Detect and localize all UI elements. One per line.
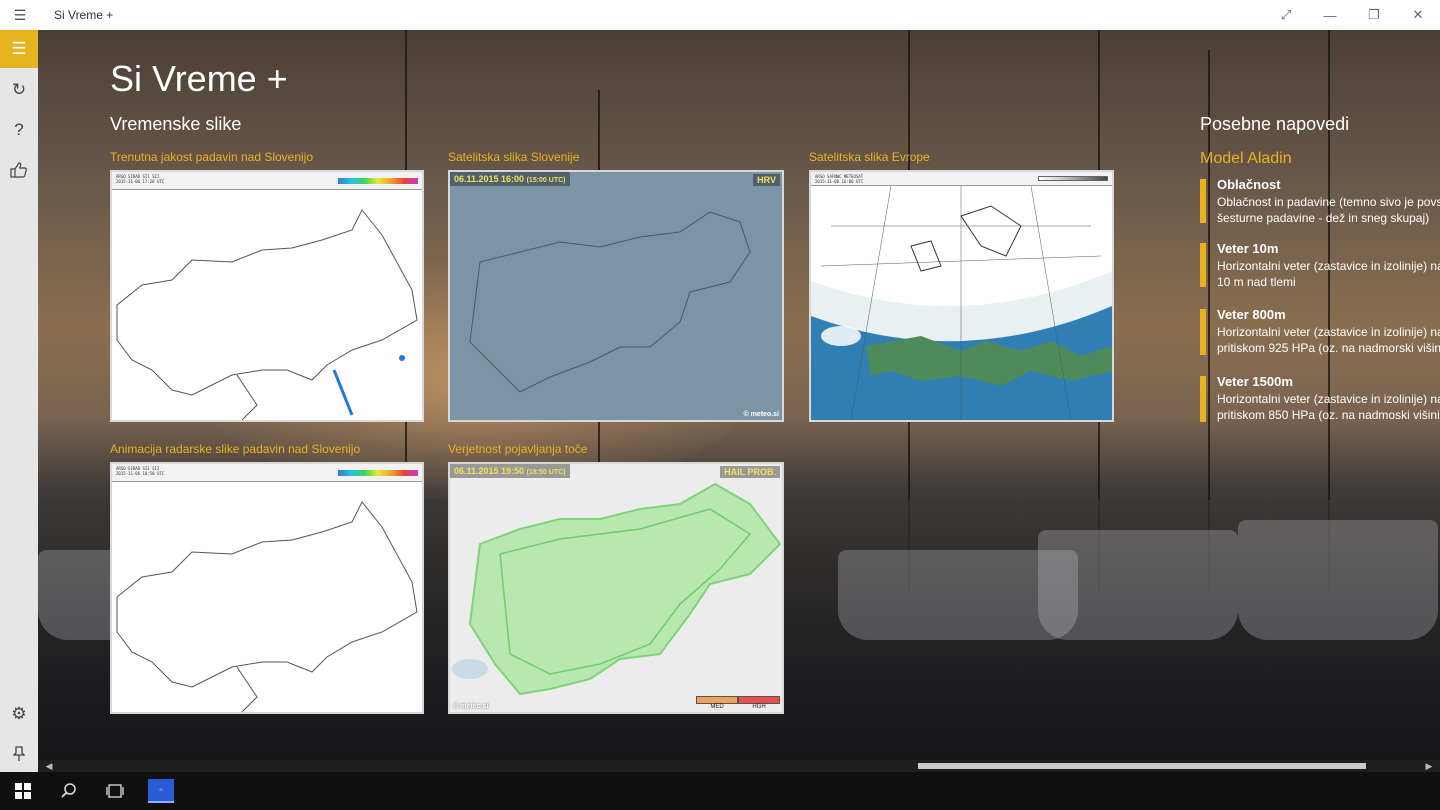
hamburger-icon[interactable]: ☰ xyxy=(0,0,40,30)
forecast-item-wind-1500m[interactable]: Veter 1500m Horizontalni veter (zastavic… xyxy=(1200,374,1440,424)
forecast-item-description: Horizontalni veter (zastavice in izolini… xyxy=(1217,325,1440,355)
europe-header-text: ARSO SAFNWC METEOSAT 2015-11-06 16:00 UTC xyxy=(815,174,864,184)
fullscreen-icon[interactable]: ⤢ xyxy=(1264,0,1308,30)
forecast-item-title: Oblačnost xyxy=(1217,177,1281,192)
refresh-icon[interactable]: ↻ xyxy=(0,71,38,109)
radar-header-text: ARSO SIRAD SI1 SI2 2015-11-06 17:20 UTC xyxy=(116,174,165,184)
radar-header: ARSO SIRAD SI1 SI2 2015-11-06 18:50 UTC xyxy=(112,464,422,482)
forecast-item-title: Veter 10m xyxy=(1217,241,1279,256)
hail-probability-map xyxy=(452,482,782,696)
card-satellite-slovenia[interactable]: Satelitska slika Slovenije 06.11.2015 16… xyxy=(448,150,784,422)
search-icon[interactable] xyxy=(46,772,92,810)
scroll-left-icon[interactable]: ◀ xyxy=(42,760,56,772)
accent-bar xyxy=(1200,309,1206,355)
section-title-forecasts: Posebne napovedi xyxy=(1200,114,1350,134)
card-caption: Verjetnost pojavljanja toče xyxy=(448,442,588,456)
section-title-images: Vremenske slike xyxy=(110,114,242,134)
slovenia-border-map xyxy=(469,211,751,393)
slovenia-border-map xyxy=(116,209,418,420)
forecast-item-wind-10m[interactable]: Veter 10m Horizontalni veter (zastavice … xyxy=(1200,241,1440,289)
page-title: Si Vreme + xyxy=(110,58,288,99)
help-icon[interactable]: ? xyxy=(0,111,38,149)
forecast-item-cloudiness[interactable]: Oblačnost Oblačnost in padavine (temno s… xyxy=(1200,177,1440,225)
temperature-scale xyxy=(1038,176,1108,181)
accent-bar xyxy=(1200,179,1206,223)
forecast-item-description: Oblačnost in padavine (temno sivo je pov… xyxy=(1217,195,1440,225)
scrollbar-thumb[interactable] xyxy=(918,763,1366,769)
menu-button[interactable]: ☰ xyxy=(0,30,38,68)
boat-hull xyxy=(1238,520,1438,640)
title-bar: ☰ Si Vreme + ⤢ — ❐ ✕ xyxy=(0,0,1440,30)
credit-label: © meteo.si xyxy=(743,411,779,418)
close-icon[interactable]: ✕ xyxy=(1396,0,1440,30)
legend-item-med: MED xyxy=(696,696,738,710)
card-caption: Satelitska slika Slovenije xyxy=(448,150,580,164)
europe-map xyxy=(811,186,1112,420)
forecast-item-description: Horizontalni veter (zastavice in izolini… xyxy=(1217,259,1440,289)
left-rail: ☰ ↻ ? ⚙ xyxy=(0,30,38,772)
horizontal-scrollbar[interactable]: ◀ ▶ xyxy=(38,760,1440,772)
forecast-item-wind-800m[interactable]: Veter 800m Horizontalni veter (zastavice… xyxy=(1200,307,1440,357)
card-caption: Trenutna jakost padavin nad Slovenijo xyxy=(110,150,314,164)
accent-bar xyxy=(1200,376,1206,422)
radar-header-text: ARSO SIRAD SI1 SI2 2015-11-06 18:50 UTC xyxy=(116,466,165,476)
card-radar-animation[interactable]: Animacija radarske slike padavin nad Slo… xyxy=(110,442,424,714)
window-controls: ⤢ — ❐ ✕ xyxy=(1264,0,1440,30)
windows-start-icon[interactable] xyxy=(0,772,46,810)
minimize-icon[interactable]: — xyxy=(1308,0,1352,30)
radar-image[interactable]: ARSO SIRAD SI1 SI2 2015-11-06 17:20 UTC xyxy=(110,170,424,422)
restore-icon[interactable]: ❐ xyxy=(1352,0,1396,30)
rainfall-scale xyxy=(338,470,418,476)
timestamp-badge: 06.11.2015 19:50 (18:50 UTC) xyxy=(450,464,570,478)
rainfall-scale xyxy=(338,178,418,184)
europe-header: ARSO SAFNWC METEOSAT 2015-11-06 16:00 UTC xyxy=(811,172,1112,186)
hail-legend: MED HGH xyxy=(696,696,780,710)
legend-item-hgh: HGH xyxy=(738,696,780,710)
product-badge: HAIL PROB. xyxy=(720,466,780,478)
satellite-europe-image[interactable]: ARSO SAFNWC METEOSAT 2015-11-06 16:00 UTC xyxy=(809,170,1114,422)
credit-label: © meteo.si xyxy=(453,703,489,710)
radar-header: ARSO SIRAD SI1 SI2 2015-11-06 17:20 UTC xyxy=(112,172,422,190)
si-vreme-app-icon[interactable]: ▫ xyxy=(148,779,174,803)
timestamp-badge: 06.11.2015 16:00 (15:00 UTC) xyxy=(450,172,570,186)
slovenia-border-map xyxy=(116,501,418,712)
card-satellite-europe[interactable]: Satelitska slika Evrope ARSO SAFNWC METE… xyxy=(809,150,1114,422)
forecast-item-description: Horizontalni veter (zastavice in izolini… xyxy=(1217,392,1440,422)
card-hail-probability[interactable]: Verjetnost pojavljanja toče 06.11.2015 1… xyxy=(448,442,784,714)
forecast-item-title: Veter 800m xyxy=(1217,307,1286,322)
scroll-right-icon[interactable]: ▶ xyxy=(1422,760,1436,772)
radar-animation-image[interactable]: ARSO SIRAD SI1 SI2 2015-11-06 18:50 UTC xyxy=(110,462,424,714)
task-view-icon[interactable] xyxy=(92,772,138,810)
window-title: Si Vreme + xyxy=(54,8,114,22)
forecast-item-title: Veter 1500m xyxy=(1217,374,1293,389)
accent-bar xyxy=(1200,243,1206,287)
pin-icon[interactable] xyxy=(0,735,38,773)
boat-hull xyxy=(1038,530,1238,640)
satellite-slovenia-image[interactable]: 06.11.2015 16:00 (15:00 UTC) HRV © meteo… xyxy=(448,170,784,422)
channel-badge: HRV xyxy=(753,174,780,186)
card-precipitation-intensity[interactable]: Trenutna jakost padavin nad Slovenijo AR… xyxy=(110,150,424,422)
model-title: Model Aladin xyxy=(1200,150,1292,167)
thumbs-up-icon[interactable] xyxy=(0,151,38,189)
taskbar: ▫ xyxy=(0,772,1440,810)
settings-icon[interactable]: ⚙ xyxy=(0,695,38,733)
card-caption: Animacija radarske slike padavin nad Slo… xyxy=(110,442,361,456)
card-caption: Satelitska slika Evrope xyxy=(809,150,930,164)
hail-probability-image[interactable]: 06.11.2015 19:50 (18:50 UTC) HAIL PROB. … xyxy=(448,462,784,714)
